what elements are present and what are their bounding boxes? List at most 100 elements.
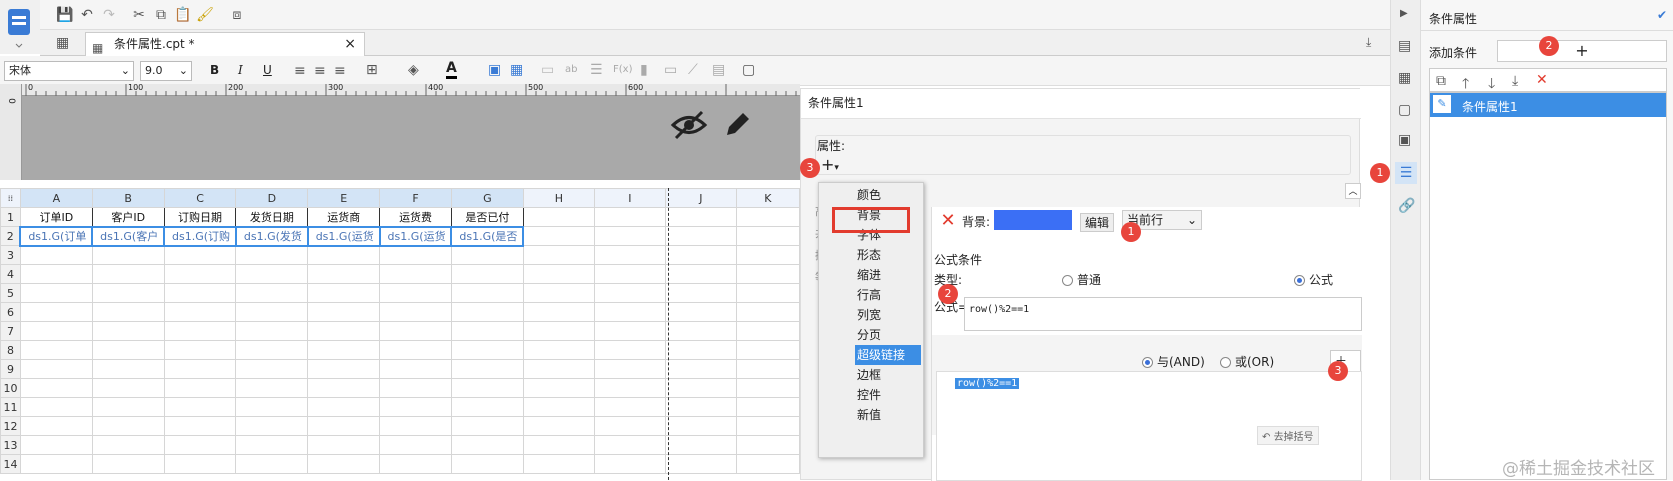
cell[interactable] bbox=[163, 245, 237, 265]
column-header[interactable]: D bbox=[235, 188, 309, 208]
cell[interactable] bbox=[163, 378, 237, 398]
cell[interactable] bbox=[235, 302, 309, 322]
cell[interactable] bbox=[593, 340, 666, 360]
column-header[interactable]: H bbox=[522, 188, 595, 208]
menu-item[interactable]: 超级链接 bbox=[855, 345, 921, 365]
cell[interactable] bbox=[593, 283, 666, 303]
menu-item[interactable]: 行高 bbox=[855, 285, 921, 305]
fill-color-icon[interactable]: ◈ bbox=[408, 62, 419, 78]
cell[interactable] bbox=[593, 435, 666, 455]
cell[interactable] bbox=[664, 207, 737, 227]
data-cell[interactable]: ds1.G(订单 bbox=[19, 225, 94, 247]
cell[interactable] bbox=[664, 454, 737, 474]
cell[interactable] bbox=[522, 378, 595, 398]
chart-icon[interactable]: ▮ bbox=[640, 62, 648, 78]
cell[interactable] bbox=[522, 302, 595, 322]
column-header[interactable]: G bbox=[450, 188, 524, 208]
cell[interactable] bbox=[91, 302, 165, 322]
cell[interactable] bbox=[379, 302, 452, 322]
cell[interactable] bbox=[163, 264, 237, 284]
cell[interactable] bbox=[593, 416, 666, 436]
cell[interactable] bbox=[307, 321, 381, 341]
column-header[interactable]: J bbox=[664, 188, 737, 208]
data-cell[interactable]: ds1.G(客户 bbox=[91, 225, 166, 247]
menu-item[interactable]: 颜色 bbox=[855, 185, 921, 205]
row-header[interactable]: 4 bbox=[0, 264, 21, 284]
cell[interactable] bbox=[307, 454, 381, 474]
image-icon[interactable]: ▭ bbox=[664, 62, 677, 78]
bg-color-swatch[interactable] bbox=[994, 210, 1072, 230]
list-icon[interactable]: ☰ bbox=[590, 62, 603, 78]
cell[interactable] bbox=[307, 435, 381, 455]
cell[interactable] bbox=[735, 283, 801, 303]
row-header[interactable]: 12 bbox=[0, 416, 21, 436]
tab-condition-cpt[interactable]: ▦ 条件属性.cpt * × bbox=[85, 32, 365, 56]
font-family-select[interactable]: 宋体 ⌄ bbox=[4, 61, 134, 81]
cell[interactable] bbox=[450, 283, 524, 303]
cell[interactable] bbox=[593, 359, 666, 379]
formula-tool[interactable]: F(x) bbox=[613, 64, 632, 75]
menu-item[interactable]: 新值 bbox=[855, 405, 921, 425]
cell[interactable] bbox=[522, 397, 595, 417]
cell[interactable] bbox=[235, 435, 309, 455]
cell[interactable] bbox=[522, 359, 595, 379]
cell[interactable] bbox=[235, 359, 309, 379]
condition-item[interactable]: row()%2==1 bbox=[955, 378, 1020, 389]
preview-icon[interactable]: ⧈ bbox=[226, 7, 248, 23]
column-header[interactable]: E bbox=[307, 188, 381, 208]
row-header[interactable]: 6 bbox=[0, 302, 21, 322]
border-icon[interactable]: ⊞ bbox=[366, 62, 378, 78]
row-header[interactable]: 1 bbox=[0, 207, 21, 227]
cell[interactable] bbox=[91, 340, 165, 360]
collapse-panel-icon[interactable]: ▣ bbox=[1398, 132, 1411, 148]
cell[interactable] bbox=[735, 207, 801, 227]
cell[interactable] bbox=[235, 340, 309, 360]
cell[interactable] bbox=[664, 378, 737, 398]
menu-item[interactable]: 形态 bbox=[855, 245, 921, 265]
cell[interactable] bbox=[19, 340, 93, 360]
cell[interactable] bbox=[163, 435, 237, 455]
formula-input[interactable]: row()%2==1 bbox=[964, 297, 1362, 331]
align-center-icon[interactable]: ≡ bbox=[314, 63, 326, 79]
cell[interactable] bbox=[450, 245, 524, 265]
cell[interactable] bbox=[735, 302, 801, 322]
cell[interactable] bbox=[163, 321, 237, 341]
cell[interactable] bbox=[91, 321, 165, 341]
cell[interactable] bbox=[235, 264, 309, 284]
cell[interactable] bbox=[664, 397, 737, 417]
cell[interactable] bbox=[19, 359, 93, 379]
cell[interactable] bbox=[379, 264, 452, 284]
cell[interactable] bbox=[19, 435, 93, 455]
remove-brackets-button[interactable]: ↶ 去掉括号 bbox=[1257, 426, 1319, 445]
cell[interactable] bbox=[91, 435, 165, 455]
cell[interactable] bbox=[235, 245, 309, 265]
row-header[interactable]: 13 bbox=[0, 435, 21, 455]
cell[interactable] bbox=[163, 454, 237, 474]
move-bottom-icon[interactable]: ⤓ bbox=[1512, 73, 1518, 89]
header-cell[interactable]: 客户ID bbox=[91, 207, 165, 227]
cell[interactable] bbox=[235, 397, 309, 417]
align-left-icon[interactable]: ≡ bbox=[294, 63, 306, 79]
column-header[interactable]: C bbox=[163, 188, 237, 208]
cell[interactable] bbox=[664, 416, 737, 436]
cell[interactable] bbox=[735, 435, 801, 455]
cell[interactable] bbox=[163, 397, 237, 417]
cell[interactable] bbox=[379, 359, 452, 379]
cell[interactable] bbox=[522, 321, 595, 341]
cell[interactable] bbox=[450, 378, 524, 398]
redo-icon[interactable]: ↷ bbox=[98, 7, 120, 23]
cell[interactable] bbox=[163, 359, 237, 379]
cell-border-icon[interactable]: ▢ bbox=[742, 62, 755, 78]
cell[interactable] bbox=[307, 397, 381, 417]
cell[interactable] bbox=[664, 340, 737, 360]
header-cell[interactable]: 运货费 bbox=[379, 207, 452, 227]
row-header[interactable]: 7 bbox=[0, 321, 21, 341]
row-header[interactable]: 2 bbox=[0, 226, 21, 246]
cell[interactable] bbox=[593, 226, 666, 246]
doc-icon[interactable]: ▤ bbox=[712, 62, 725, 78]
format-brush-icon[interactable]: 🖌 bbox=[194, 7, 216, 23]
cell[interactable] bbox=[91, 283, 165, 303]
delete-icon[interactable]: ✕ bbox=[1536, 72, 1548, 88]
undo-icon[interactable]: ↶ bbox=[76, 7, 98, 23]
insert-row-icon[interactable]: ▭ bbox=[541, 62, 554, 78]
